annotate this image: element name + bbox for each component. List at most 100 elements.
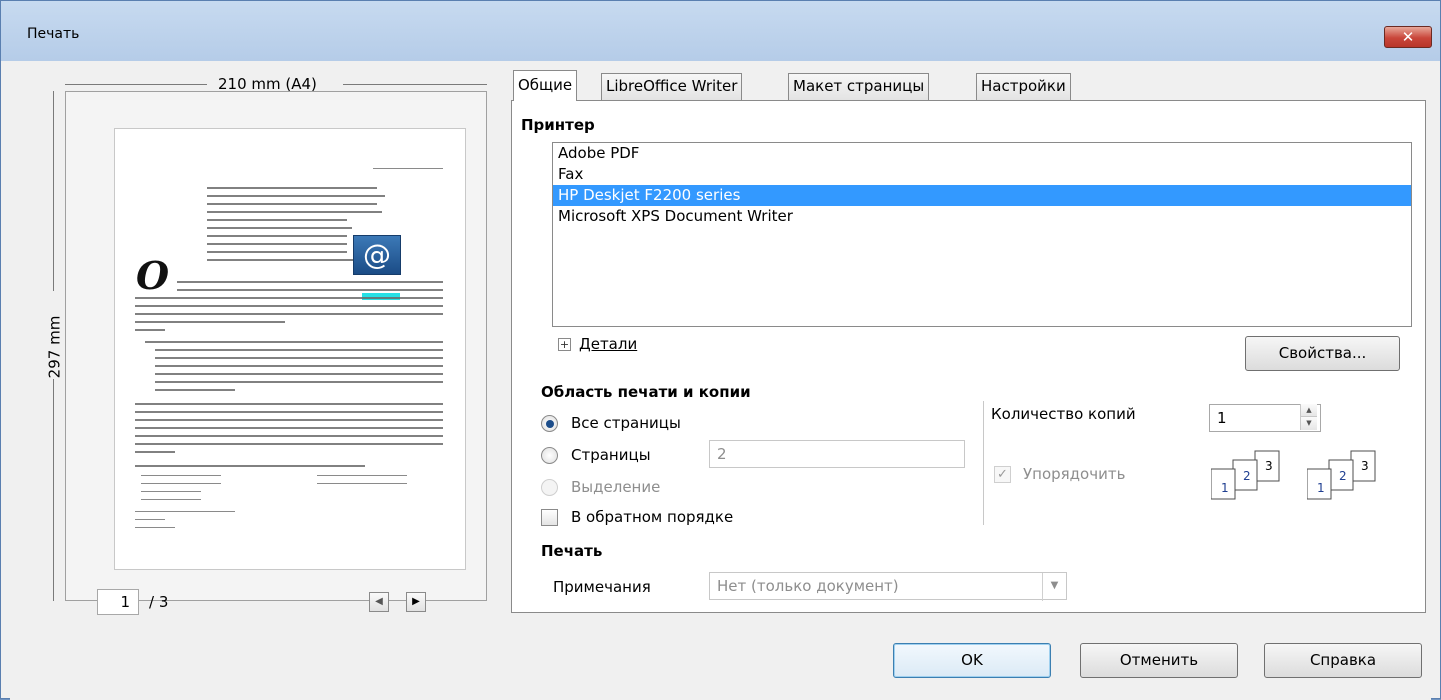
preview-text-line (155, 389, 235, 391)
svg-text:2: 2 (1243, 469, 1251, 483)
collate-checkbox: ✓ (994, 466, 1011, 483)
width-dimension-line-right (343, 84, 487, 85)
all-pages-radio[interactable] (541, 415, 558, 432)
cancel-button[interactable]: Отменить (1080, 643, 1238, 678)
title-bar: Печать ✕ (1, 1, 1440, 61)
uncollated-pages-icon: 3 2 1 (1307, 450, 1376, 500)
preview-text-line (135, 465, 365, 467)
preview-text-line (207, 227, 352, 229)
current-page-field[interactable]: 1 (97, 589, 139, 615)
print-dialog: Печать ✕ 210 mm (A4) 297 mm @ O 1 / 3 ◀ … (0, 0, 1441, 700)
all-pages-label[interactable]: Все страницы (571, 414, 681, 432)
preview-text-line (177, 289, 443, 291)
triangle-left-icon: ◀ (375, 596, 383, 607)
notes-label: Примечания (553, 578, 651, 596)
preview-text-line (135, 419, 443, 421)
preview-text-line (135, 427, 443, 429)
preview-text-line (135, 305, 443, 307)
preview-text-line (145, 341, 443, 343)
pages-label[interactable]: Страницы (571, 446, 651, 464)
preview-text-line (177, 281, 443, 283)
preview-text-line (207, 195, 385, 197)
preview-text-line (207, 235, 347, 237)
general-tab-panel: Принтер Adobe PDF Fax HP Deskjet F2200 s… (511, 100, 1426, 613)
notes-select[interactable]: Нет (только документ) ▼ (709, 572, 1067, 601)
spin-up-icon[interactable]: ▲ (1301, 404, 1317, 417)
total-pages-label: / 3 (149, 593, 169, 611)
collated-pages-icon: 3 2 1 (1211, 450, 1280, 500)
preview-text-line (207, 203, 377, 205)
copies-separator (983, 401, 984, 525)
preview-text-line (207, 251, 347, 253)
drop-cap-o-icon: O (136, 253, 170, 298)
print-section-title: Печать (541, 542, 603, 560)
svg-text:3: 3 (1265, 459, 1273, 473)
preview-text-line (135, 411, 443, 413)
preview-text-line (155, 365, 443, 367)
preview-text-line (135, 443, 443, 445)
preview-footnote-rule (135, 511, 235, 512)
print-range-section-title: Область печати и копии (541, 383, 751, 401)
preview-text-line (155, 373, 443, 375)
pages-range-input[interactable]: 2 (709, 440, 965, 468)
details-expander-label[interactable]: Детали (579, 335, 637, 353)
close-button[interactable]: ✕ (1384, 26, 1432, 48)
printer-item[interactable]: Adobe PDF (553, 143, 1411, 164)
preview-text-line (135, 519, 165, 520)
tab-libreoffice-writer[interactable]: LibreOffice Writer (601, 73, 743, 100)
at-sign-icon: @ (353, 235, 401, 275)
tab-options[interactable]: Настройки (976, 73, 1071, 100)
svg-text:1: 1 (1221, 481, 1229, 495)
preview-text-line (135, 321, 285, 323)
preview-text-line (135, 313, 443, 315)
ok-button[interactable]: OK (893, 643, 1051, 678)
copies-label: Количество копий (991, 405, 1136, 423)
dialog-body: 210 mm (A4) 297 mm @ O 1 / 3 ◀ ▶ Общие L… (10, 61, 1431, 700)
preview-text-line (135, 451, 175, 453)
tab-general[interactable]: Общие (513, 70, 578, 101)
pages-radio[interactable] (541, 447, 558, 464)
next-page-button[interactable]: ▶ (406, 592, 426, 612)
svg-text:2: 2 (1339, 469, 1347, 483)
copies-spinner[interactable]: ▲ ▼ (1300, 404, 1317, 430)
spin-down-icon[interactable]: ▼ (1301, 417, 1317, 430)
expand-plus-icon[interactable]: + (558, 338, 571, 351)
svg-text:1: 1 (1317, 481, 1325, 495)
preview-text-line (141, 483, 221, 484)
printer-item[interactable]: Microsoft XPS Document Writer (553, 206, 1411, 227)
width-dimension-line-left (65, 84, 207, 85)
chevron-down-icon[interactable]: ▼ (1042, 573, 1066, 601)
printer-item[interactable]: Fax (553, 164, 1411, 185)
preview-text-line (135, 527, 175, 528)
preview-text-line (141, 491, 201, 492)
preview-text-line (141, 499, 201, 500)
preview-header-line (373, 168, 443, 169)
window-title: Печать (27, 26, 80, 42)
preview-text-line (135, 435, 443, 437)
tab-page-layout[interactable]: Макет страницы (788, 73, 930, 100)
page-preview-frame: @ O (65, 91, 487, 601)
reverse-order-label[interactable]: В обратном порядке (571, 508, 733, 526)
preview-text-line (207, 187, 377, 189)
printer-item-selected[interactable]: HP Deskjet F2200 series (553, 185, 1411, 206)
preview-text-line (135, 297, 443, 299)
previous-page-button[interactable]: ◀ (369, 592, 389, 612)
preview-text-line (155, 357, 443, 359)
page-preview: @ O (114, 128, 466, 570)
reverse-order-checkbox[interactable] (541, 509, 558, 526)
preview-text-line (155, 349, 443, 351)
printer-list[interactable]: Adobe PDF Fax HP Deskjet F2200 series Mi… (552, 142, 1412, 327)
help-button[interactable]: Справка (1264, 643, 1422, 678)
selection-radio (541, 479, 558, 496)
preview-text-line (135, 403, 443, 405)
preview-text-line (207, 219, 347, 221)
triangle-right-icon: ▶ (412, 596, 420, 607)
notes-select-value: Нет (только документ) (717, 577, 899, 595)
height-dimension-line-bottom (53, 379, 54, 601)
height-dimension-line-top (53, 91, 54, 291)
preview-text-line (155, 381, 443, 383)
preview-text-line (207, 259, 377, 261)
properties-button[interactable]: Свойства... (1245, 336, 1400, 371)
svg-text:3: 3 (1361, 459, 1369, 473)
preview-text-line (317, 483, 407, 484)
